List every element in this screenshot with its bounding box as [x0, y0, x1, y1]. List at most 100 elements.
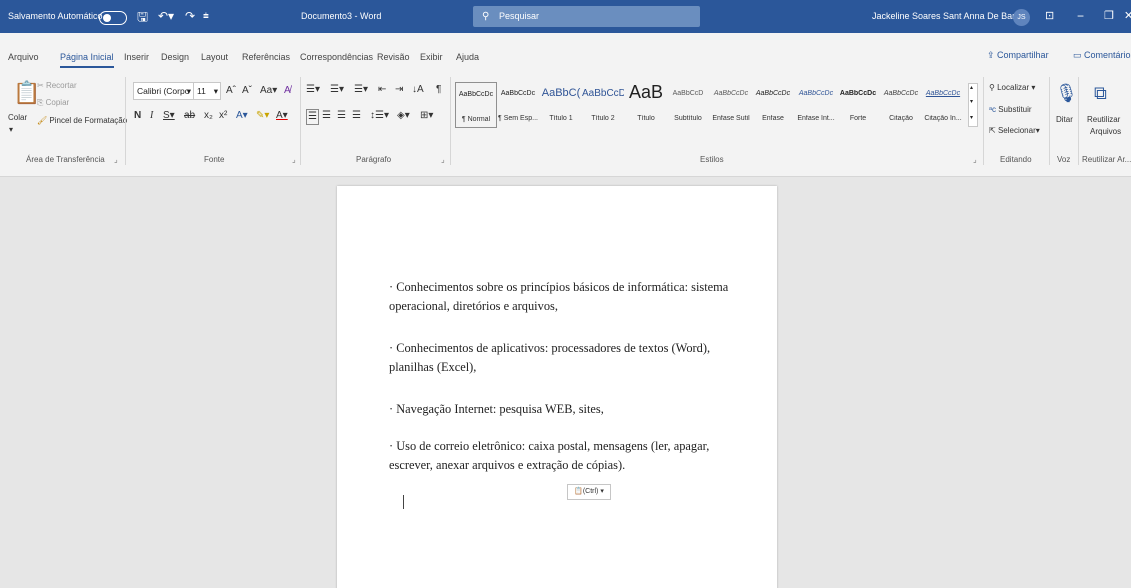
- redo-icon[interactable]: ↷: [185, 0, 195, 33]
- chevron-down-icon: ▾: [213, 86, 218, 96]
- select-button[interactable]: ⇱ Selecionar▾: [989, 126, 1040, 135]
- paragraph-launcher-icon[interactable]: ⌟: [441, 155, 445, 164]
- sort-icon[interactable]: ↓A: [412, 83, 424, 97]
- style-sem-espacamento[interactable]: AaBbCcDc ¶ Sem Esp...: [497, 82, 539, 128]
- paragraph-3[interactable]: · Navegação Internet: pesquisa WEB, site…: [389, 400, 729, 419]
- bold-icon[interactable]: N: [134, 109, 141, 123]
- style-citacao[interactable]: AaBbCcDc Citação: [880, 82, 922, 128]
- avatar[interactable]: JS: [1013, 9, 1030, 26]
- paragraph-4[interactable]: · Uso de correio eletrônico: caixa posta…: [389, 437, 729, 475]
- paste-button[interactable]: Colar: [8, 113, 27, 122]
- tab-correspondencias[interactable]: Correspondências: [300, 52, 373, 62]
- tab-revisao[interactable]: Revisão: [377, 52, 410, 62]
- scroll-up-icon[interactable]: ▴: [970, 84, 973, 91]
- ribbon: 📋 Colar ▾ ✂ Recortar ⎘ Copiar 🖌 Pincel d…: [0, 69, 1131, 177]
- document-canvas[interactable]: · Conhecimentos sobre os princípios bási…: [0, 177, 1131, 588]
- numbering-icon[interactable]: ☰▾: [330, 83, 344, 97]
- style-enfase[interactable]: AaBbCcDc Ênfase: [752, 82, 794, 128]
- highlight-icon[interactable]: ✎▾: [256, 109, 269, 123]
- tab-exibir[interactable]: Exibir: [420, 52, 443, 62]
- comments-button[interactable]: ▭ Comentários: [1073, 50, 1131, 61]
- save-icon[interactable]: 🖫: [137, 0, 148, 33]
- tab-referencias[interactable]: Referências: [242, 52, 290, 62]
- minimize-icon[interactable]: −: [1077, 0, 1084, 33]
- document-page[interactable]: · Conhecimentos sobre os princípios bási…: [337, 186, 777, 588]
- microphone-icon[interactable]: 🎙: [1055, 81, 1078, 105]
- line-spacing-icon[interactable]: ↕☰▾: [370, 109, 389, 123]
- borders-icon[interactable]: ⊞▾: [420, 109, 433, 123]
- increase-indent-icon[interactable]: ⇥: [395, 83, 403, 97]
- styles-gallery-scroll[interactable]: ▴ ▾ ▾: [968, 83, 978, 127]
- scissors-icon: ✂: [37, 81, 46, 90]
- bullets-icon[interactable]: ☰▾: [306, 83, 320, 97]
- paragraph-2[interactable]: · Conhecimentos de aplicativos: processa…: [389, 339, 729, 377]
- clipboard-icon: 📋: [574, 488, 583, 495]
- copy-button[interactable]: ⎘ Copiar: [37, 98, 69, 108]
- tab-pagina-inicial[interactable]: Página Inicial: [60, 52, 114, 68]
- justify-icon[interactable]: ☰: [352, 109, 361, 123]
- subscript-icon[interactable]: x₂: [204, 109, 213, 123]
- font-name-field[interactable]: Calibri (Corpo ▾: [133, 82, 194, 100]
- user-name[interactable]: Jackeline Soares Sant Anna De Barros: [872, 0, 1028, 33]
- underline-icon[interactable]: S▾: [163, 109, 175, 123]
- style-enfase-sutil[interactable]: AaBbCcDc Ênfase Sutil: [710, 82, 752, 128]
- more-styles-icon[interactable]: ▾: [970, 114, 973, 121]
- strikethrough-icon[interactable]: ab: [184, 109, 195, 123]
- close-icon[interactable]: ✕: [1124, 0, 1131, 33]
- clear-formatting-icon[interactable]: A̸: [284, 84, 291, 98]
- font-launcher-icon[interactable]: ⌟: [292, 155, 296, 164]
- multilevel-list-icon[interactable]: ☰▾: [354, 83, 368, 97]
- scroll-down-icon[interactable]: ▾: [970, 98, 973, 105]
- style-forte[interactable]: AaBbCcDc Forte: [837, 82, 879, 128]
- reuse-files-label-1[interactable]: Reutilizar: [1087, 115, 1120, 124]
- ribbon-display-icon[interactable]: ⊡: [1045, 0, 1054, 33]
- font-color-icon[interactable]: A▾: [276, 109, 288, 123]
- customize-qat-icon[interactable]: ⩧: [203, 0, 209, 33]
- share-icon: ⇪: [987, 50, 998, 60]
- tab-arquivo[interactable]: Arquivo: [8, 52, 39, 62]
- style-enfase-intensa[interactable]: AaBbCcDc Ênfase Int...: [795, 82, 837, 128]
- paste-dropdown-icon[interactable]: ▾: [9, 125, 13, 134]
- shrink-font-icon[interactable]: Aˇ: [242, 84, 252, 98]
- pilcrow-icon[interactable]: ¶: [436, 83, 441, 97]
- format-painter-button[interactable]: 🖌 Pincel de Formatação: [37, 116, 127, 125]
- style-titulo[interactable]: AaB Título: [625, 82, 667, 128]
- font-size-field[interactable]: 11 ▾: [193, 82, 221, 100]
- restore-icon[interactable]: ❐: [1104, 0, 1114, 33]
- align-center-icon[interactable]: ☰: [322, 109, 331, 123]
- style-titulo-2[interactable]: AaBbCcD Título 2: [582, 82, 624, 128]
- replace-button[interactable]: ᵃc Substituir: [989, 105, 1032, 114]
- dictate-button[interactable]: Ditar: [1056, 115, 1073, 124]
- reuse-files-icon[interactable]: ⧉: [1094, 81, 1107, 105]
- group-label-voice: Voz: [1057, 155, 1071, 164]
- style-subtitulo[interactable]: AaBbCcD Subtítulo: [667, 82, 709, 128]
- align-right-icon[interactable]: ☰: [337, 109, 346, 123]
- share-button[interactable]: ⇪ Compartilhar: [987, 50, 1049, 61]
- style-titulo-1[interactable]: AaBbC(Título 1: [540, 82, 582, 128]
- paste-options-button[interactable]: 📋(Ctrl) ▾: [567, 484, 611, 500]
- tab-layout[interactable]: Layout: [201, 52, 228, 62]
- reuse-files-label-2[interactable]: Arquivos: [1090, 127, 1121, 136]
- style-citacao-intensa[interactable]: AaBbCcDc Citação In...: [922, 82, 964, 128]
- style-normal[interactable]: AaBbCcDc ¶ Normal: [455, 82, 497, 128]
- superscript-icon[interactable]: x²: [219, 109, 227, 123]
- text-effects-icon[interactable]: A▾: [236, 109, 248, 123]
- decrease-indent-icon[interactable]: ⇤: [378, 83, 386, 97]
- change-case-icon[interactable]: Aa▾: [260, 84, 277, 98]
- grow-font-icon[interactable]: Aˆ: [226, 84, 236, 98]
- tab-ajuda[interactable]: Ajuda: [456, 52, 479, 62]
- tab-inserir[interactable]: Inserir: [124, 52, 149, 62]
- clipboard-launcher-icon[interactable]: ⌟: [114, 155, 118, 164]
- find-button[interactable]: ⚲ Localizar ▾: [989, 83, 1035, 92]
- paragraph-1[interactable]: · Conhecimentos sobre os princípios bási…: [389, 278, 729, 316]
- styles-launcher-icon[interactable]: ⌟: [973, 155, 977, 164]
- italic-icon[interactable]: I: [150, 109, 153, 123]
- undo-icon[interactable]: ↶▾: [158, 0, 174, 33]
- autosave-toggle[interactable]: [99, 11, 127, 25]
- align-left-icon[interactable]: ☰: [306, 109, 319, 125]
- shading-icon[interactable]: ◈▾: [397, 109, 410, 123]
- tab-design[interactable]: Design: [161, 52, 189, 62]
- search-placeholder: Pesquisar: [499, 11, 540, 21]
- search-box[interactable]: ⚲ Pesquisar: [473, 6, 700, 27]
- cut-button[interactable]: ✂ Recortar: [37, 81, 77, 90]
